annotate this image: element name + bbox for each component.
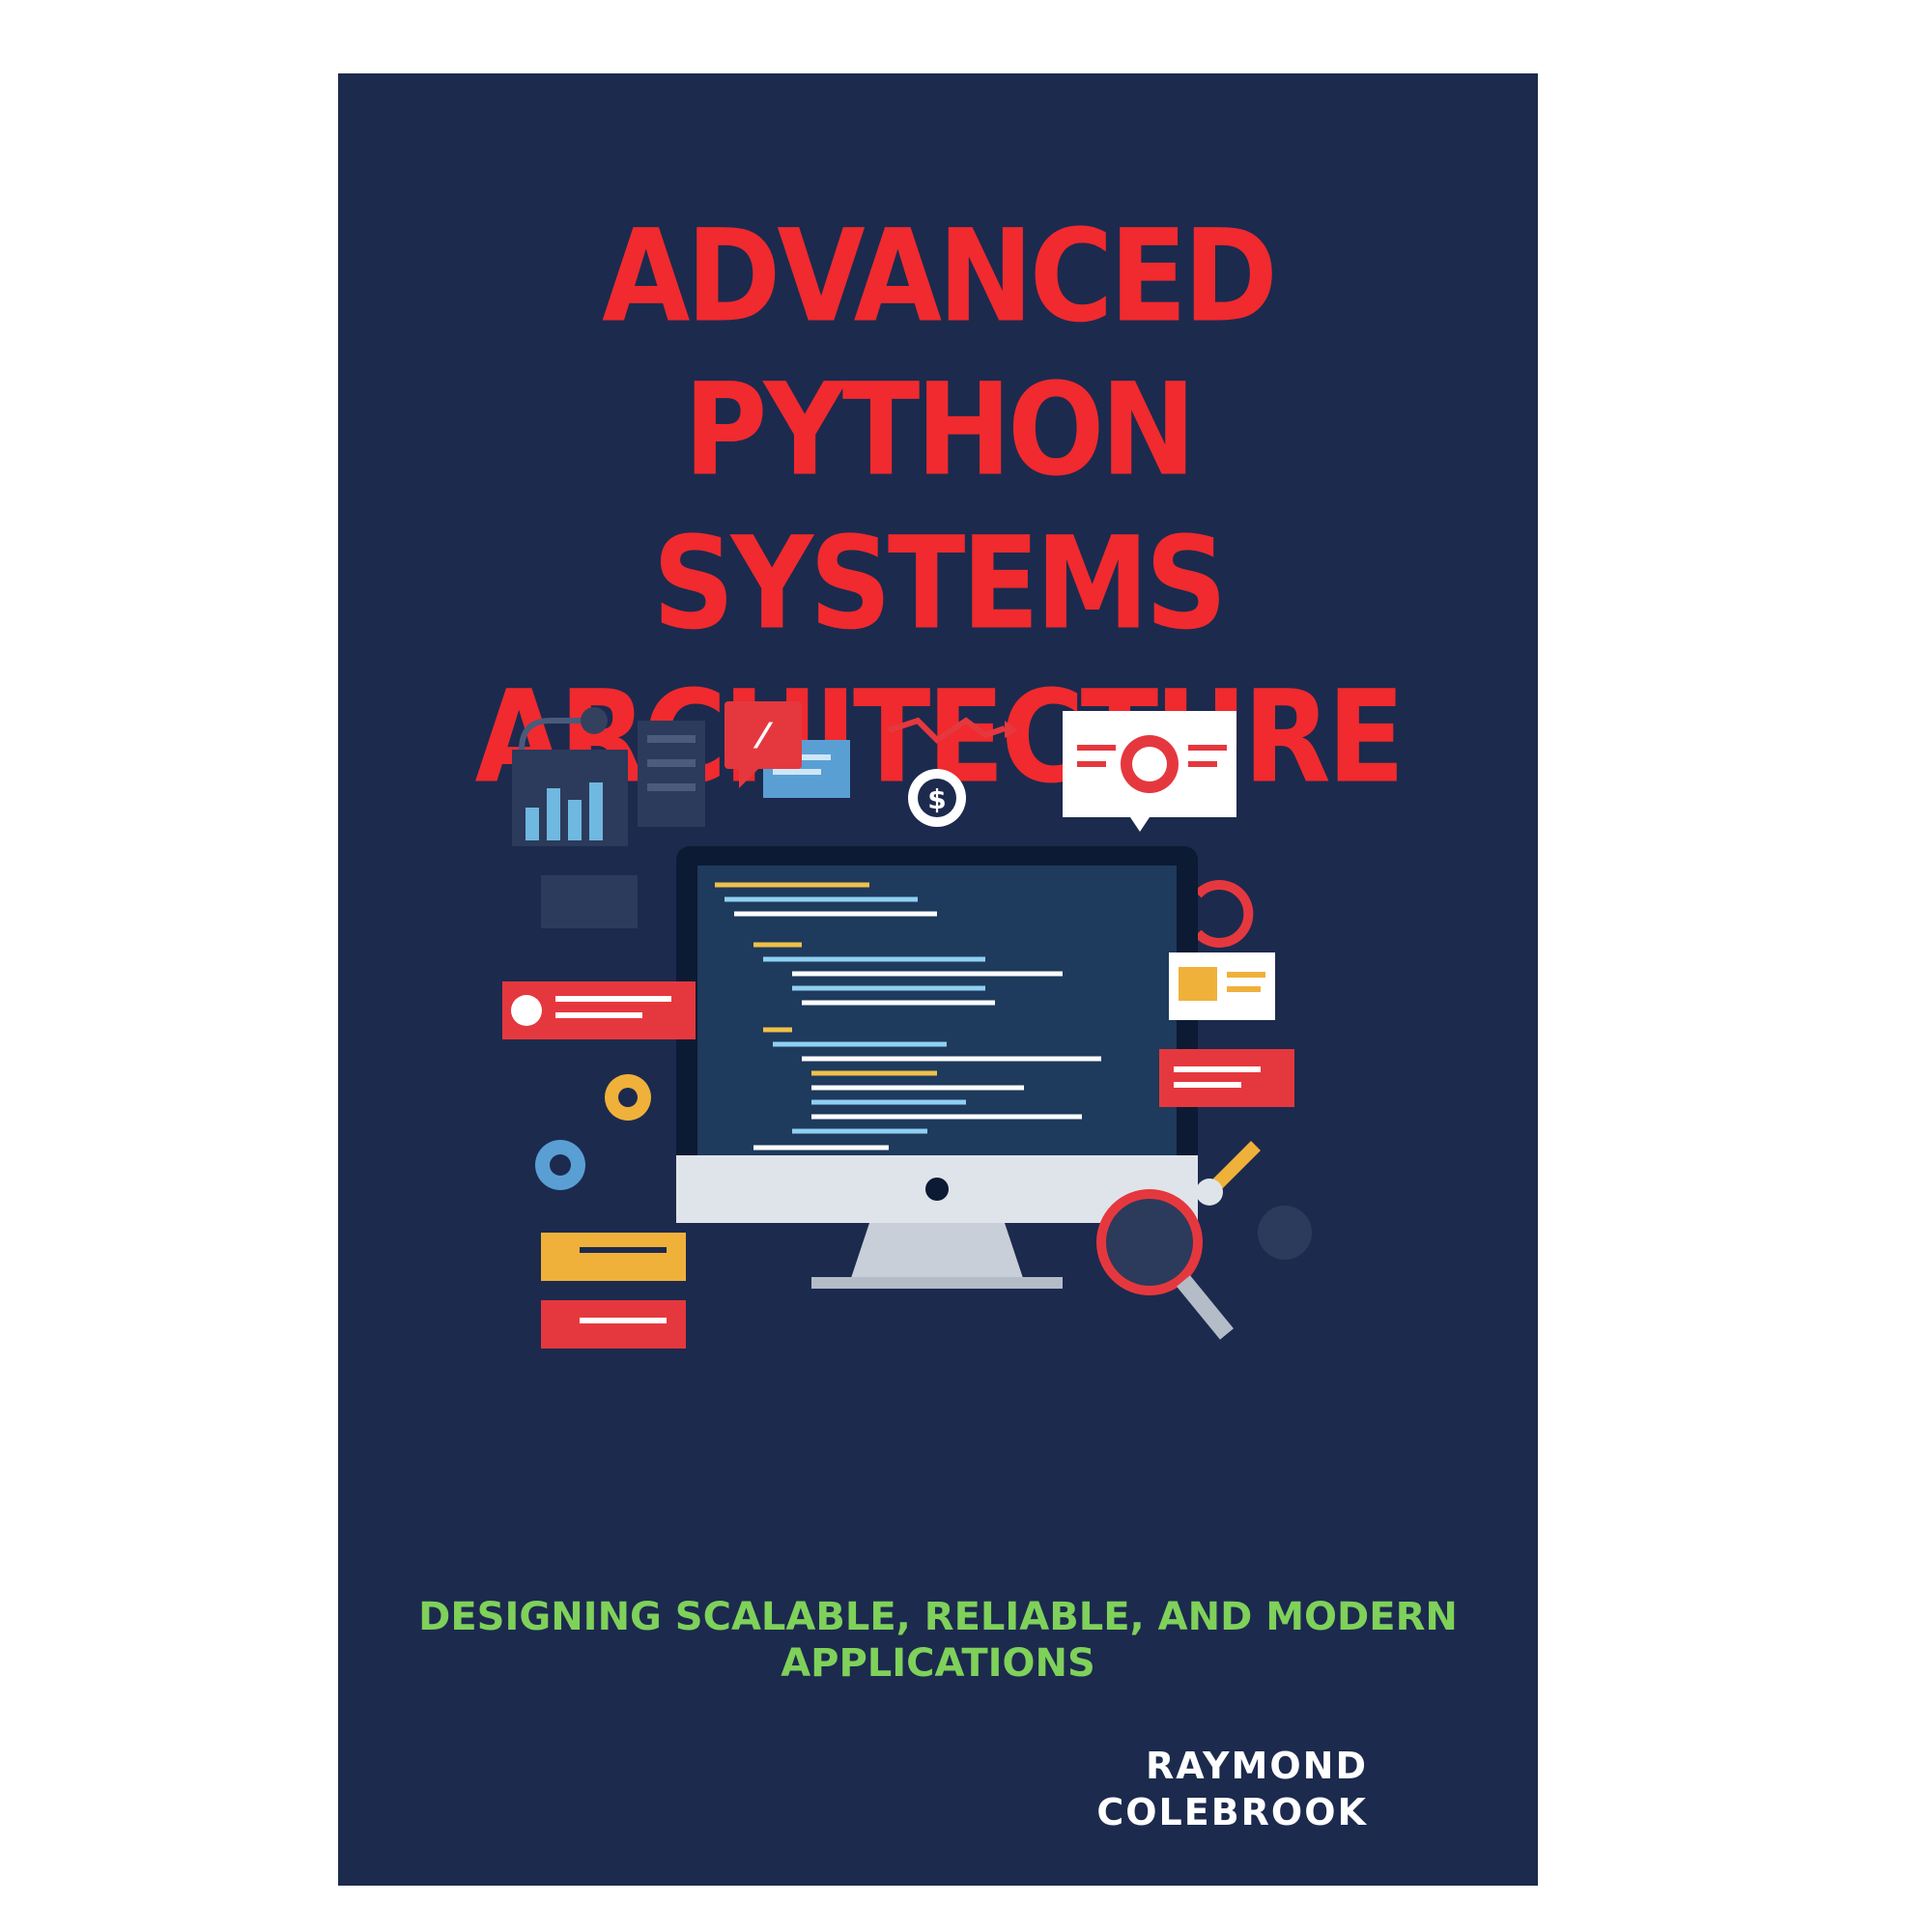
book-subtitle: DESIGNING SCALABLE, RELIABLE, AND MODERN… [418, 1595, 1458, 1686]
small-card [541, 875, 638, 928]
gear-icon [535, 1074, 651, 1190]
wrench-icon [1196, 1141, 1261, 1206]
dollar-gear-icon: $ [908, 769, 966, 827]
author-first-name: RAYMOND [1145, 1745, 1368, 1787]
trend-arrow-icon [888, 717, 1018, 744]
image-card-icon [1169, 952, 1275, 1020]
chat-card-red [502, 981, 696, 1039]
title-line-2: SYSTEMS [652, 508, 1228, 658]
book-cover: ADVANCED PYTHON SYSTEMS ARCHITECTURE ⁄ $… [338, 73, 1538, 1886]
magnifier-icon [1096, 1189, 1312, 1340]
target-card-icon [1063, 711, 1236, 832]
code-chat-icon: ⁄ [724, 701, 850, 798]
author-last-name: COLEBROOK [1096, 1791, 1368, 1833]
chat-card-right [1159, 1049, 1294, 1107]
title-line-1: ADVANCED PYTHON [602, 201, 1278, 504]
svg-text:$: $ [927, 783, 946, 815]
tag-yellow [541, 1233, 686, 1281]
book-author: RAYMOND COLEBROOK [1096, 1743, 1368, 1835]
tag-red [541, 1300, 686, 1349]
bar-chart-icon [512, 707, 705, 846]
cover-illustration: ⁄ $ [502, 701, 1312, 1349]
